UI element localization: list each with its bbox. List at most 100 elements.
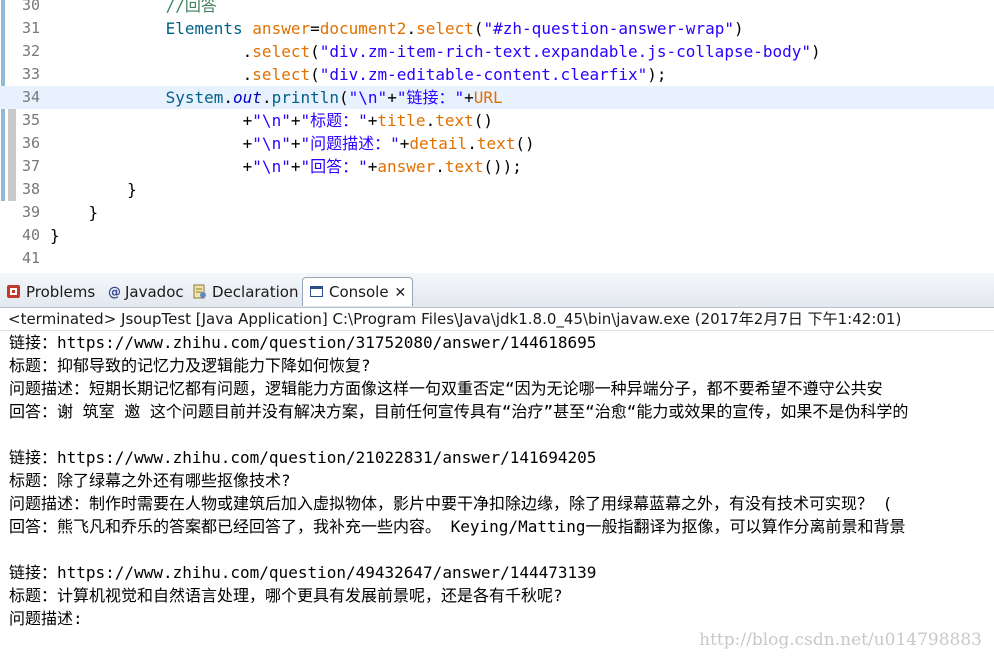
code-text: } bbox=[50, 224, 60, 247]
code-text: +"\n"+"标题："+title.text() bbox=[50, 109, 493, 132]
problems-icon bbox=[6, 280, 21, 298]
code-text: //回答 bbox=[50, 0, 217, 17]
tab-console-label: Console bbox=[329, 283, 389, 301]
code-text: System.out.println("\n"+"链接："+URL bbox=[50, 86, 503, 109]
code-token: "div.zm-editable-content.clearfix" bbox=[319, 65, 648, 84]
view-tab-bar: Problems @ Javadoc Declaration Console ✕ bbox=[0, 273, 994, 308]
code-token: . bbox=[223, 88, 234, 107]
line-number: 41 bbox=[21, 249, 40, 267]
code-token: answer bbox=[252, 19, 311, 38]
code-text: Elements answer=document2.select("#zh-qu… bbox=[50, 17, 744, 40]
code-token: } bbox=[50, 203, 99, 222]
code-text: .select("div.zm-item-rich-text.expandabl… bbox=[50, 40, 821, 63]
code-line[interactable]: 32 .select("div.zm-item-rich-text.expand… bbox=[0, 40, 994, 63]
line-number: 34 bbox=[21, 88, 40, 106]
tab-declaration[interactable]: Declaration bbox=[192, 278, 298, 306]
code-token: //回答 bbox=[165, 0, 217, 15]
code-token: text bbox=[444, 157, 484, 176]
code-token: ( bbox=[473, 19, 484, 38]
code-token: "#zh-question-answer-wrap" bbox=[483, 19, 734, 38]
code-line[interactable]: 37 +"\n"+"回答："+answer.text()); bbox=[0, 155, 994, 178]
line-number: 36 bbox=[21, 134, 40, 152]
code-token: out bbox=[233, 88, 262, 107]
line-number: 32 bbox=[21, 42, 40, 60]
code-line[interactable]: 36 +"\n"+"问题描述："+detail.text() bbox=[0, 132, 994, 155]
code-token: detail bbox=[409, 134, 468, 153]
code-token: } bbox=[50, 226, 60, 245]
code-token: } bbox=[50, 180, 137, 199]
code-token: answer bbox=[377, 157, 436, 176]
tab-declaration-label: Declaration bbox=[212, 283, 299, 301]
code-line[interactable]: 40} bbox=[0, 224, 994, 247]
code-token: + bbox=[50, 134, 253, 153]
code-token: + bbox=[367, 111, 378, 130]
code-token: . bbox=[261, 88, 272, 107]
code-token: select bbox=[416, 19, 474, 38]
console-line: 链接：https://www.zhihu.com/question/317520… bbox=[9, 333, 597, 352]
line-number: 38 bbox=[21, 180, 40, 198]
console-line: 标题：抑郁导致的记忆力及逻辑能力下降如何恢复? bbox=[9, 356, 371, 375]
code-token: + bbox=[464, 88, 474, 107]
code-text: } bbox=[50, 201, 99, 224]
code-line[interactable]: 39 } bbox=[0, 201, 994, 224]
console-status-header: <terminated> JsoupTest [Java Application… bbox=[0, 308, 994, 331]
console-line: 标题：计算机视觉和自然语言处理，哪个更具有发展前景呢，还是各有千秋呢? bbox=[9, 586, 563, 605]
code-token: println bbox=[271, 88, 340, 107]
code-token: ()); bbox=[483, 157, 522, 176]
console-header-text: <terminated> JsoupTest [Java Application… bbox=[8, 310, 902, 328]
code-token: document2 bbox=[319, 19, 407, 38]
tab-problems-label: Problems bbox=[26, 283, 96, 301]
code-token: Elements bbox=[165, 19, 243, 38]
console-line: 问题描述：短期长期记忆都有问题，逻辑能力方面像这样一句双重否定“因为无论哪一种异… bbox=[9, 379, 883, 398]
code-token: . bbox=[406, 19, 417, 38]
code-token: () bbox=[515, 134, 535, 153]
code-token: "\n" bbox=[348, 88, 388, 107]
code-token: "\n" bbox=[252, 111, 291, 130]
line-number: 35 bbox=[21, 111, 40, 129]
tab-console[interactable]: Console ✕ bbox=[302, 277, 414, 307]
console-output[interactable]: 链接：https://www.zhihu.com/question/317520… bbox=[0, 331, 994, 660]
code-line[interactable]: 34 System.out.println("\n"+"链接："+URL bbox=[0, 86, 994, 109]
code-token: URL bbox=[473, 88, 503, 107]
code-line[interactable]: 31 Elements answer=document2.select("#zh… bbox=[0, 17, 994, 40]
console-line: 问题描述: bbox=[9, 609, 83, 628]
code-token: text bbox=[435, 111, 474, 130]
code-token: + bbox=[399, 134, 410, 153]
close-icon[interactable]: ✕ bbox=[395, 279, 407, 307]
console-line: 链接：https://www.zhihu.com/question/210228… bbox=[9, 448, 597, 467]
console-line: 标题：除了绿幕之外还有哪些抠像技术? bbox=[9, 471, 291, 490]
console-line: 问题描述：制作时需要在人物或建筑后加入虚拟物体，影片中要干净扣除边缘，除了用绿幕… bbox=[9, 494, 893, 513]
console-line: 链接：https://www.zhihu.com/question/494326… bbox=[9, 563, 597, 582]
code-line[interactable]: 33 .select("div.zm-editable-content.clea… bbox=[0, 63, 994, 86]
code-token: . bbox=[425, 111, 436, 130]
tab-problems[interactable]: Problems bbox=[6, 278, 95, 306]
svg-text:@: @ bbox=[108, 285, 120, 299]
code-token: "问题描述：" bbox=[300, 134, 400, 153]
tab-javadoc[interactable]: @ Javadoc bbox=[108, 278, 184, 306]
code-token: . bbox=[50, 65, 253, 84]
code-token: + bbox=[367, 157, 378, 176]
console-icon bbox=[309, 280, 324, 297]
line-number: 37 bbox=[21, 157, 40, 175]
javadoc-icon: @ bbox=[108, 280, 121, 300]
code-line[interactable]: 38 } bbox=[0, 178, 994, 201]
code-editor[interactable]: 30 //回答 31 Elements answer=document2.sele… bbox=[0, 0, 994, 270]
code-line[interactable]: 30 //回答 bbox=[0, 0, 994, 17]
code-token: + bbox=[387, 88, 397, 107]
line-number: 31 bbox=[21, 19, 40, 37]
code-token: "链接：" bbox=[396, 88, 465, 107]
code-token: + bbox=[50, 157, 253, 176]
code-token: . bbox=[50, 42, 253, 61]
code-token: "\n" bbox=[252, 134, 291, 153]
code-text: +"\n"+"回答："+answer.text()); bbox=[50, 155, 522, 178]
code-line[interactable]: 41 bbox=[0, 247, 994, 270]
code-token: "回答：" bbox=[300, 157, 368, 176]
code-line[interactable]: 35 +"\n"+"标题："+title.text() bbox=[0, 109, 994, 132]
line-number: 40 bbox=[21, 226, 40, 244]
code-token: title bbox=[377, 111, 426, 130]
code-text: .select("div.zm-editable-content.clearfi… bbox=[50, 63, 667, 86]
code-token: ); bbox=[647, 65, 667, 84]
